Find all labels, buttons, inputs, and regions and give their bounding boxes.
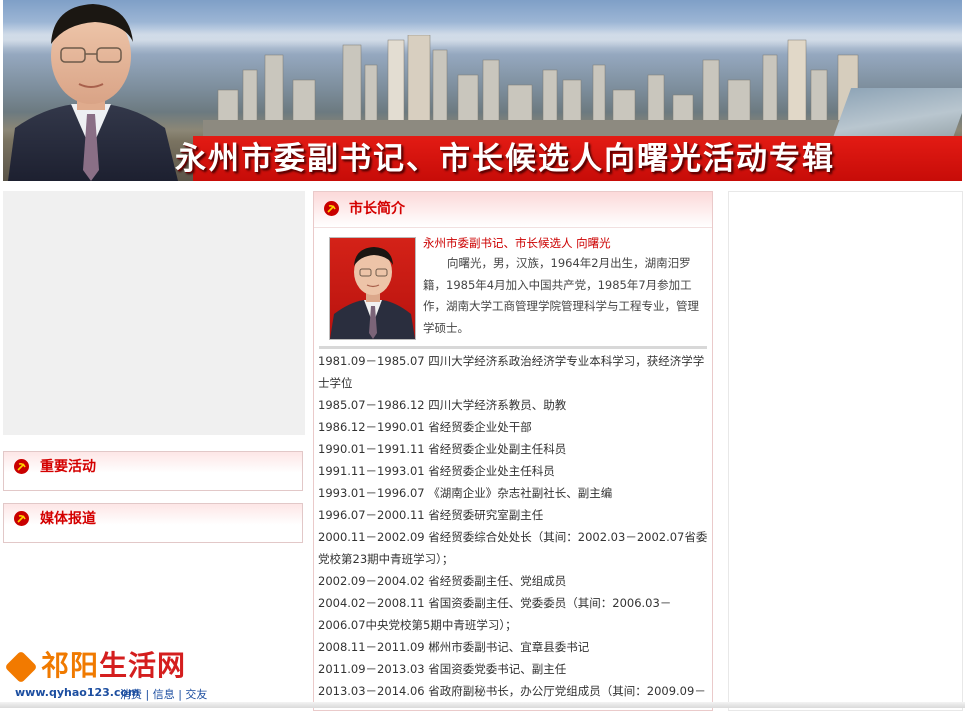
mayor-profile-header: 市长简介 — [314, 192, 712, 228]
banner-river — [832, 88, 962, 138]
resume-item: 1990.01－1991.11 省经贸委企业处副主任科员 — [318, 442, 567, 456]
resume-item: 1991.11－1993.01 省经贸委企业处主任科员 — [318, 464, 555, 478]
logo-text: 祁阳生活网 — [41, 648, 186, 684]
resume-item: 1993.01－1996.07 《湖南企业》杂志社副社长、副主编 — [318, 486, 613, 500]
resume-item: 1986.12－1990.01 省经贸委企业处干部 — [318, 420, 532, 434]
resume-item: 2000.11－2002.09 省经贸委综合处处长（其间：2002.03－200… — [318, 530, 708, 566]
important-activities-label: 重要活动 — [40, 459, 96, 475]
party-emblem-icon — [14, 511, 29, 526]
logo-text-part2: 生活网 — [99, 649, 187, 682]
media-reports-header[interactable]: 媒体报道 — [4, 504, 302, 534]
banner-title: 永州市委副书记、市长候选人向曙光活动专辑 — [175, 141, 835, 177]
important-activities-header[interactable]: 重要活动 — [4, 452, 302, 482]
mayor-photo — [329, 237, 416, 340]
intro-divider — [319, 346, 707, 349]
resume-item: 2004.02－2008.11 省国资委副主任、党委委员（其间：2006.03－… — [318, 596, 672, 632]
party-emblem-icon — [324, 201, 339, 216]
resume-item: 1981.09－1985.07 四川大学经济系政治经济学专业本科学习，获经济学学… — [318, 354, 705, 390]
mayor-intro-text: 向曙光，男，汉族，1964年2月出生，湖南汨罗籍，1985年4月加入中国共产党，… — [423, 256, 699, 335]
media-placeholder — [3, 191, 305, 435]
resume-item: 2002.09－2004.02 省经贸委副主任、党组成员 — [318, 574, 567, 588]
logo-text-part1: 祁阳 — [41, 649, 100, 682]
important-activities-box: 重要活动 — [3, 451, 303, 491]
media-reports-box: 媒体报道 — [3, 503, 303, 543]
resume-item: 1985.07－1986.12 四川大学经济系教员、助教 — [318, 398, 567, 412]
resume-item: 2008.11－2011.09 郴州市委副书记、宜章县委书记 — [318, 640, 590, 654]
mayor-name-line: 永州市委副书记、市长候选人 向曙光 — [423, 236, 611, 250]
resume-item: 1996.07－2000.11 省经贸委研究室副主任 — [318, 508, 544, 522]
resume-item: 2013.03－2014.06 省政府副秘书长，办公厅党组成员（其间：2009.… — [318, 684, 706, 698]
mayor-profile-panel: 市长简介 永州市委副书记、市长候选人 向曙光 向曙光，男，汉族，1964年2月出… — [313, 191, 713, 711]
site-logo[interactable]: 祁阳生活网 www.qyhao123.com 消费 | 信息 | 交友 — [3, 648, 208, 704]
header-banner: 永州市委副书记、市长候选人向曙光活动专辑 — [3, 0, 962, 181]
logo-tags: 消费 | 信息 | 交友 — [120, 688, 208, 701]
bottom-scroll-strip — [0, 702, 965, 708]
mayor-profile-title: 市长简介 — [349, 201, 405, 217]
resume-item: 2011.09－2013.03 省国资委党委书记、副主任 — [318, 662, 567, 676]
resume-list: 1981.09－1985.07 四川大学经济系政治经济学专业本科学习，获经济学学… — [318, 350, 708, 702]
right-sidebar-panel — [728, 191, 963, 711]
party-emblem-icon — [14, 459, 29, 474]
media-reports-label: 媒体报道 — [40, 511, 96, 527]
logo-diamond-icon — [4, 650, 38, 684]
